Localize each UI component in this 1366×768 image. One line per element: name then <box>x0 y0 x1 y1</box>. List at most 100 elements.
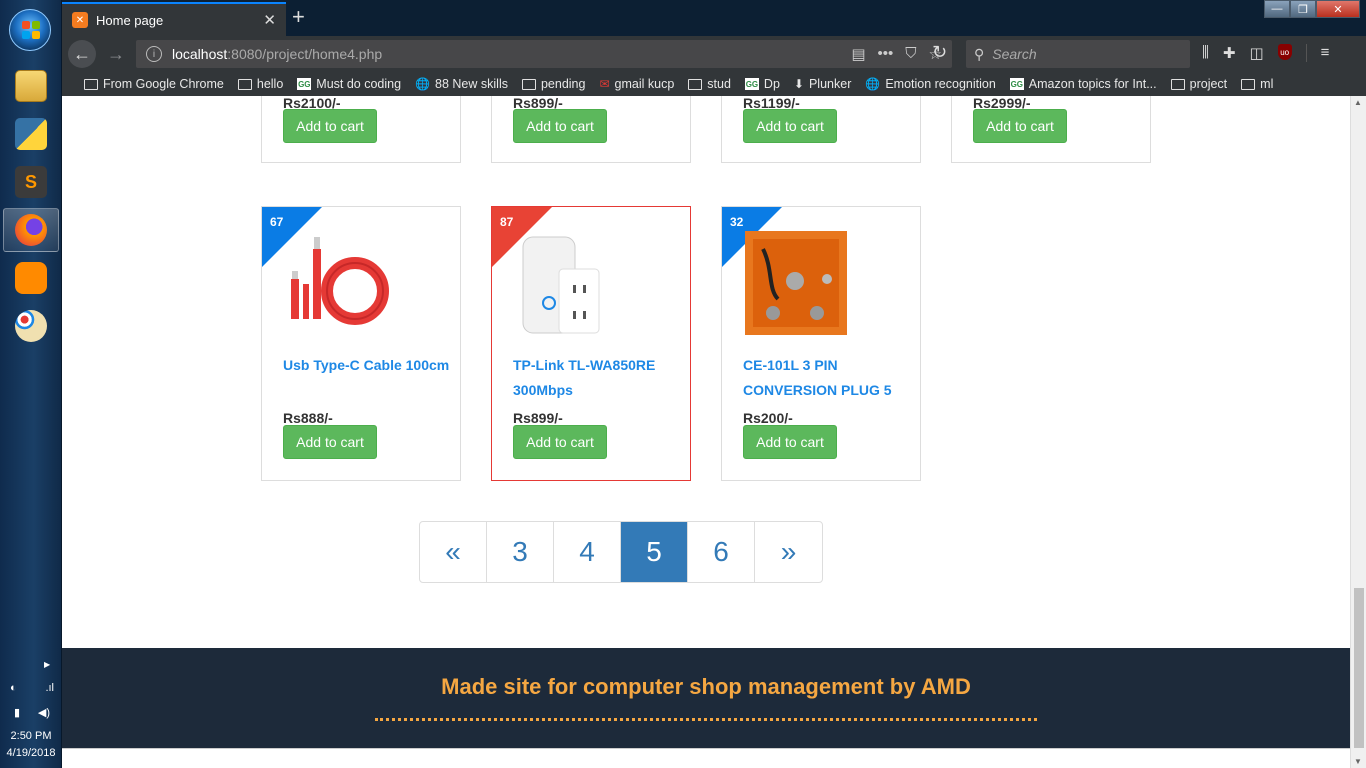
bookmark-item[interactable]: 🌐 Emotion recognition <box>865 77 995 91</box>
windows-logo-icon <box>22 21 40 39</box>
bookmark-item[interactable]: ✉ gmail kucp <box>599 77 674 91</box>
scroll-up-icon[interactable]: ▲ <box>1354 98 1362 107</box>
taskbar-sublime[interactable]: S <box>3 160 59 204</box>
add-to-cart-button[interactable]: Add to cart <box>973 109 1067 143</box>
bookmark-label: stud <box>707 77 731 91</box>
minimize-icon[interactable]: — <box>1264 0 1290 18</box>
bookmark-item[interactable]: 🌐 88 New skills <box>415 77 508 91</box>
gfg-icon: GG <box>1009 78 1024 90</box>
search-input[interactable]: ⚲ Search <box>966 40 1190 68</box>
folder-icon <box>84 78 98 90</box>
url-host: localhost <box>172 46 228 62</box>
pagination: « 3 4 5 6 » <box>419 521 823 583</box>
bookmark-label: ml <box>1260 77 1274 91</box>
tab-home-page[interactable]: ✕ Home page ✕ <box>62 2 286 36</box>
bookmark-item[interactable]: ml <box>1241 77 1273 91</box>
bookmark-item[interactable]: pending <box>521 77 585 91</box>
library-icon[interactable]: ⫼ <box>1202 44 1209 62</box>
menu-hamburger-icon[interactable]: ≡ <box>1321 44 1330 62</box>
extensions-icon[interactable]: ✚ <box>1223 44 1236 62</box>
bookmark-label: From Google Chrome <box>103 77 224 91</box>
close-window-icon[interactable]: ✕ <box>1316 0 1360 18</box>
product-card: Rs2999/- Add to cart <box>951 96 1151 163</box>
bookmark-label: project <box>1189 77 1228 91</box>
pagination-page[interactable]: 4 <box>554 522 621 582</box>
taskbar-firefox[interactable] <box>3 208 59 252</box>
product-price: Rs200/- <box>743 410 793 426</box>
product-name-link[interactable]: CE-101L 3 PIN CONVERSION PLUG 5 <box>743 353 913 403</box>
uc-browser-icon <box>15 262 47 294</box>
pagination-page-active[interactable]: 5 <box>621 522 688 582</box>
bookmark-item[interactable]: hello <box>237 77 283 91</box>
bookmark-item[interactable]: GG Dp <box>744 77 780 91</box>
ublock-origin-icon[interactable]: uo <box>1277 44 1292 60</box>
folder-icon <box>521 78 536 90</box>
add-to-cart-button[interactable]: Add to cart <box>513 425 607 459</box>
bookmark-item[interactable]: ⬇ Plunker <box>794 77 851 91</box>
reader-view-icon[interactable]: ▤ <box>851 45 865 63</box>
start-button[interactable] <box>9 9 51 51</box>
add-to-cart-button[interactable]: Add to cart <box>743 109 837 143</box>
battery-icon[interactable]: ▮ <box>14 706 20 719</box>
product-name-link[interactable]: Usb Type-C Cable 100cm <box>283 353 453 378</box>
globe-icon: 🌐 <box>415 77 431 91</box>
site-footer: Made site for computer shop management b… <box>62 648 1350 748</box>
page-scrollbar[interactable]: ▲ ▼ <box>1350 96 1366 768</box>
signal-icon[interactable]: .ıl <box>45 682 54 694</box>
back-arrow-icon[interactable]: ← <box>68 40 96 68</box>
search-icon: ⚲ <box>974 45 985 62</box>
clock-time[interactable]: 2:50 PM <box>0 730 62 742</box>
close-tab-icon[interactable]: ✕ <box>263 11 276 29</box>
product-card: 67 Usb Type-C Cable 100cm Rs888/- Add to… <box>261 206 461 481</box>
forward-arrow-icon[interactable]: → <box>102 40 130 68</box>
product-name-link[interactable]: TP-Link TL-WA850RE 300Mbps <box>513 353 683 403</box>
add-to-cart-button[interactable]: Add to cart <box>513 109 607 143</box>
scrollbar-thumb[interactable] <box>1354 588 1364 748</box>
product-card: 87 TP-Link TL-WA850RE 300Mbps Rs899/- Ad… <box>491 206 691 481</box>
scroll-down-icon[interactable]: ▼ <box>1354 757 1362 766</box>
bookmark-label: Amazon topics for Int... <box>1028 77 1157 91</box>
site-info-icon[interactable]: i <box>146 46 162 62</box>
footer-bottom-strip <box>62 748 1350 768</box>
page-actions-icon[interactable]: ••• <box>878 45 894 63</box>
taskbar-explorer[interactable] <box>3 64 59 108</box>
maximize-icon[interactable]: ❐ <box>1290 0 1316 18</box>
pagination-page[interactable]: 6 <box>688 522 755 582</box>
bookmark-item[interactable]: project <box>1170 77 1228 91</box>
new-tab-icon[interactable]: + <box>292 4 305 30</box>
taskbar-paint[interactable] <box>3 304 59 348</box>
tab-strip: ✕ Home page ✕ + — ❐ ✕ <box>62 0 1366 36</box>
bookmark-item[interactable]: From Google Chrome <box>84 77 224 91</box>
network-status-icon[interactable]: ◐ <box>10 682 17 694</box>
sidebar-icon[interactable]: ◫ <box>1249 44 1263 62</box>
volume-icon[interactable]: ◀) <box>38 706 50 719</box>
pagination-next[interactable]: » <box>755 522 822 582</box>
clock-date[interactable]: 4/19/2018 <box>0 747 62 759</box>
product-card: Rs1199/- Add to cart <box>721 96 921 163</box>
gfg-icon: GG <box>297 78 312 90</box>
taskbar-python[interactable] <box>3 112 59 156</box>
show-hidden-icons-icon[interactable]: ▶ <box>44 660 50 669</box>
firefox-icon <box>15 214 47 246</box>
address-bar[interactable]: i localhost:8080/project/home4.php ▤ •••… <box>136 40 952 68</box>
bookmark-item[interactable]: GG Must do coding <box>297 77 401 91</box>
reload-icon[interactable]: ↻ <box>932 42 947 63</box>
python-icon <box>15 118 47 150</box>
folder-icon <box>688 78 703 90</box>
product-price: Rs888/- <box>283 410 333 426</box>
bookmark-label: Plunker <box>808 77 852 91</box>
add-to-cart-button[interactable]: Add to cart <box>283 109 377 143</box>
bookmark-label: gmail kucp <box>614 77 675 91</box>
bookmark-item[interactable]: GG Amazon topics for Int... <box>1009 77 1157 91</box>
pocket-icon[interactable]: ⛉ <box>905 45 916 63</box>
pagination-prev[interactable]: « <box>420 522 487 582</box>
folder-icon <box>1170 78 1185 90</box>
add-to-cart-button[interactable]: Add to cart <box>743 425 837 459</box>
bookmark-item[interactable]: stud <box>688 77 731 91</box>
range-extender-image <box>522 236 600 334</box>
gfg-icon: GG <box>744 78 759 90</box>
taskbar-uc-browser[interactable] <box>3 256 59 300</box>
add-to-cart-button[interactable]: Add to cart <box>283 425 377 459</box>
pagination-page[interactable]: 3 <box>487 522 554 582</box>
folder-icon <box>1241 78 1256 90</box>
